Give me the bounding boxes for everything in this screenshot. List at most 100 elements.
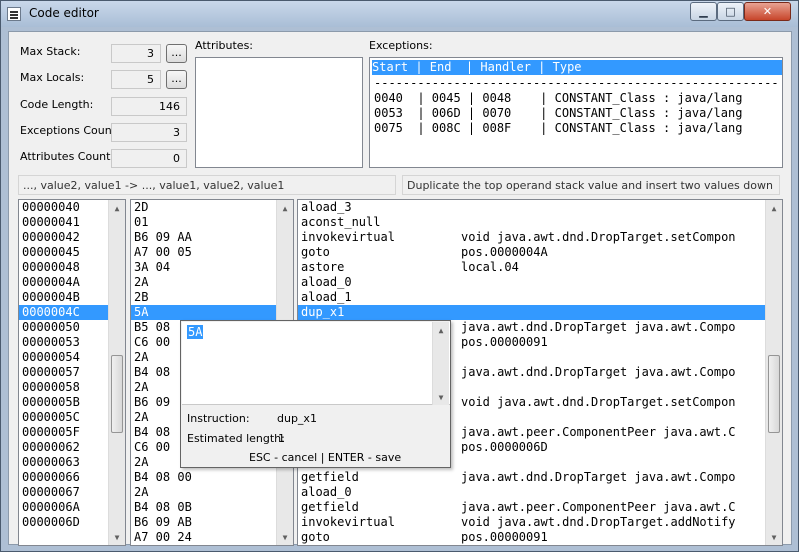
popup-length-value: 1 xyxy=(278,432,285,445)
bytes-row[interactable]: 3A 04 xyxy=(131,260,293,275)
instruction-opcode: goto xyxy=(301,530,330,544)
instruction-argument: pos.0000004A xyxy=(461,245,548,259)
attributes-count-label: Attributes Count: xyxy=(20,150,115,163)
attributes-label: Attributes: xyxy=(195,39,254,52)
window-title: Code editor xyxy=(29,6,99,20)
maximize-button[interactable]: □ xyxy=(717,2,744,21)
exception-row[interactable]: 0053 | 006D | 0070 | CONSTANT_Class : ja… xyxy=(374,106,779,121)
instruction-argument: java.awt.dnd.DropTarget java.awt.Compo xyxy=(461,320,736,334)
close-button[interactable]: ✕ xyxy=(744,2,791,21)
scroll-up-icon[interactable]: ▲ xyxy=(433,322,449,338)
scroll-up-icon[interactable]: ▲ xyxy=(109,200,125,216)
instruction-row[interactable]: getfield java.awt.dnd.DropTarget java.awt… xyxy=(298,470,782,485)
popup-hint: ESC - cancel | ENTER - save xyxy=(249,451,402,464)
instruction-argument: void java.awt.dnd.DropTarget.setCompon xyxy=(461,230,736,244)
exceptions-table[interactable]: Start | End | Handler | Type -----------… xyxy=(369,57,783,168)
max-stack-edit-button[interactable]: ... xyxy=(166,44,187,63)
close-icon: ✕ xyxy=(762,5,773,18)
popup-scrollbar[interactable]: ▲ ▼ xyxy=(432,322,449,405)
attributes-list[interactable] xyxy=(195,57,363,168)
instruction-opcode: invokevirtual xyxy=(301,230,395,244)
minimize-icon: ▁ xyxy=(699,5,708,18)
exceptions-count-value: 3 xyxy=(111,123,187,142)
bytes-row[interactable]: 2A xyxy=(131,275,293,290)
bytes-row[interactable]: B6 09 AA xyxy=(131,230,293,245)
minimize-button[interactable]: ▁ xyxy=(690,2,717,21)
exception-row[interactable]: 0040 | 0045 | 0048 | CONSTANT_Class : ja… xyxy=(374,91,779,106)
instruction-opcode: aload_1 xyxy=(301,290,352,304)
maximize-icon: □ xyxy=(725,5,736,18)
popup-length-label: Estimated length: xyxy=(187,432,285,445)
exceptions-separator: ----------------------------------------… xyxy=(374,76,779,90)
stack-effect-text: ..., value2, value1 -> ..., value1, valu… xyxy=(18,175,396,195)
instruction-argument: java.awt.peer.ComponentPeer java.awt.C xyxy=(461,425,736,439)
byte-edit-popup: 5A ▲ ▼ Instruction: dup_x1 Estimated len… xyxy=(180,320,451,468)
bytes-row[interactable]: B4 08 0B xyxy=(131,500,293,515)
instruction-row[interactable]: aload_0 xyxy=(298,485,782,500)
instruction-argument: void java.awt.dnd.DropTarget.setCompon xyxy=(461,395,736,409)
max-locals-label: Max Locals: xyxy=(20,71,85,84)
instruction-row[interactable]: aload_1 xyxy=(298,290,782,305)
instruction-argument: pos.00000091 xyxy=(461,530,548,544)
instruction-opcode: getfield xyxy=(301,500,359,514)
code-length-value: 146 xyxy=(111,97,187,116)
instruction-row[interactable]: goto pos.0000004A xyxy=(298,245,782,260)
instruction-description: Duplicate the top operand stack value an… xyxy=(402,175,780,195)
scroll-down-icon[interactable]: ▼ xyxy=(277,529,293,545)
instruction-opcode: goto xyxy=(301,245,330,259)
exceptions-count-label: Exceptions Count: xyxy=(20,124,120,137)
instruction-row[interactable]: invokevirtual void java.awt.dnd.DropTarge… xyxy=(298,515,782,530)
bytes-row[interactable]: 2B xyxy=(131,290,293,305)
title-bar[interactable]: Code editor ▁ □ ✕ xyxy=(1,1,798,27)
instruction-opcode: aload_0 xyxy=(301,485,352,499)
code-editor-window: Code editor ▁ □ ✕ Max Stack: 3 ... Max L… xyxy=(0,0,799,552)
bytes-row[interactable]: 2D xyxy=(131,200,293,215)
exceptions-header: Start | End | Handler | Type xyxy=(372,60,782,75)
instructions-scrollbar[interactable]: ▲ ▼ xyxy=(765,200,782,545)
instruction-row[interactable]: aload_0 xyxy=(298,275,782,290)
instruction-argument: local.04 xyxy=(461,260,519,274)
instruction-row[interactable]: getfield java.awt.peer.ComponentPeer java… xyxy=(298,500,782,515)
max-stack-label: Max Stack: xyxy=(20,45,81,58)
instruction-opcode: aconst_null xyxy=(301,215,381,229)
instruction-argument: java.awt.peer.ComponentPeer java.awt.C xyxy=(461,500,736,514)
max-locals-value[interactable]: 5 xyxy=(111,70,161,89)
instruction-argument: java.awt.dnd.DropTarget java.awt.Compo xyxy=(461,470,736,484)
instruction-opcode: getfield xyxy=(301,470,359,484)
max-stack-value[interactable]: 3 xyxy=(111,44,161,63)
instruction-row[interactable]: aload_3 xyxy=(298,200,782,215)
bytes-row[interactable]: B4 08 00 xyxy=(131,470,293,485)
instruction-opcode: invokevirtual xyxy=(301,515,395,529)
exception-row[interactable]: 0075 | 008C | 008F | CONSTANT_Class : ja… xyxy=(374,121,779,136)
bytes-row[interactable]: A7 00 05 xyxy=(131,245,293,260)
scroll-down-icon[interactable]: ▼ xyxy=(433,389,449,405)
instruction-opcode: astore xyxy=(301,260,345,274)
bytes-row[interactable]: B6 09 AB xyxy=(131,515,293,530)
instruction-row[interactable]: astore local.04 xyxy=(298,260,782,275)
bytes-row[interactable]: 5A xyxy=(131,305,293,320)
instruction-opcode: dup_x1 xyxy=(301,305,345,319)
scroll-up-icon[interactable]: ▲ xyxy=(277,200,293,216)
instruction-row[interactable]: aconst_null xyxy=(298,215,782,230)
offsets-list[interactable]: 00000040 00000041 00000042 00000045 00000048… xyxy=(18,199,126,546)
instruction-row[interactable]: dup_x1 xyxy=(298,305,782,320)
scroll-down-icon[interactable]: ▼ xyxy=(766,529,782,545)
bytes-row[interactable]: 01 xyxy=(131,215,293,230)
scroll-down-icon[interactable]: ▼ xyxy=(109,529,125,545)
max-locals-edit-button[interactable]: ... xyxy=(166,70,187,89)
attributes-count-value: 0 xyxy=(111,149,187,168)
scroll-thumb[interactable] xyxy=(768,355,780,433)
scroll-up-icon[interactable]: ▲ xyxy=(766,200,782,216)
instruction-row[interactable]: invokevirtual void java.awt.dnd.DropTarge… xyxy=(298,230,782,245)
app-icon xyxy=(7,7,21,21)
bytes-row[interactable]: A7 00 24 xyxy=(131,530,293,545)
exceptions-label: Exceptions: xyxy=(369,39,433,52)
instruction-argument: void java.awt.dnd.DropTarget.addNotify xyxy=(461,515,736,529)
byte-edit-value[interactable]: 5A xyxy=(187,325,204,339)
offsets-scrollbar[interactable]: ▲ ▼ xyxy=(108,200,125,545)
scroll-thumb[interactable] xyxy=(111,355,123,433)
byte-edit-input[interactable]: 5A ▲ ▼ xyxy=(182,322,450,405)
bytes-row[interactable]: 2A xyxy=(131,485,293,500)
code-length-label: Code Length: xyxy=(20,98,94,111)
instruction-row[interactable]: goto pos.00000091 xyxy=(298,530,782,545)
